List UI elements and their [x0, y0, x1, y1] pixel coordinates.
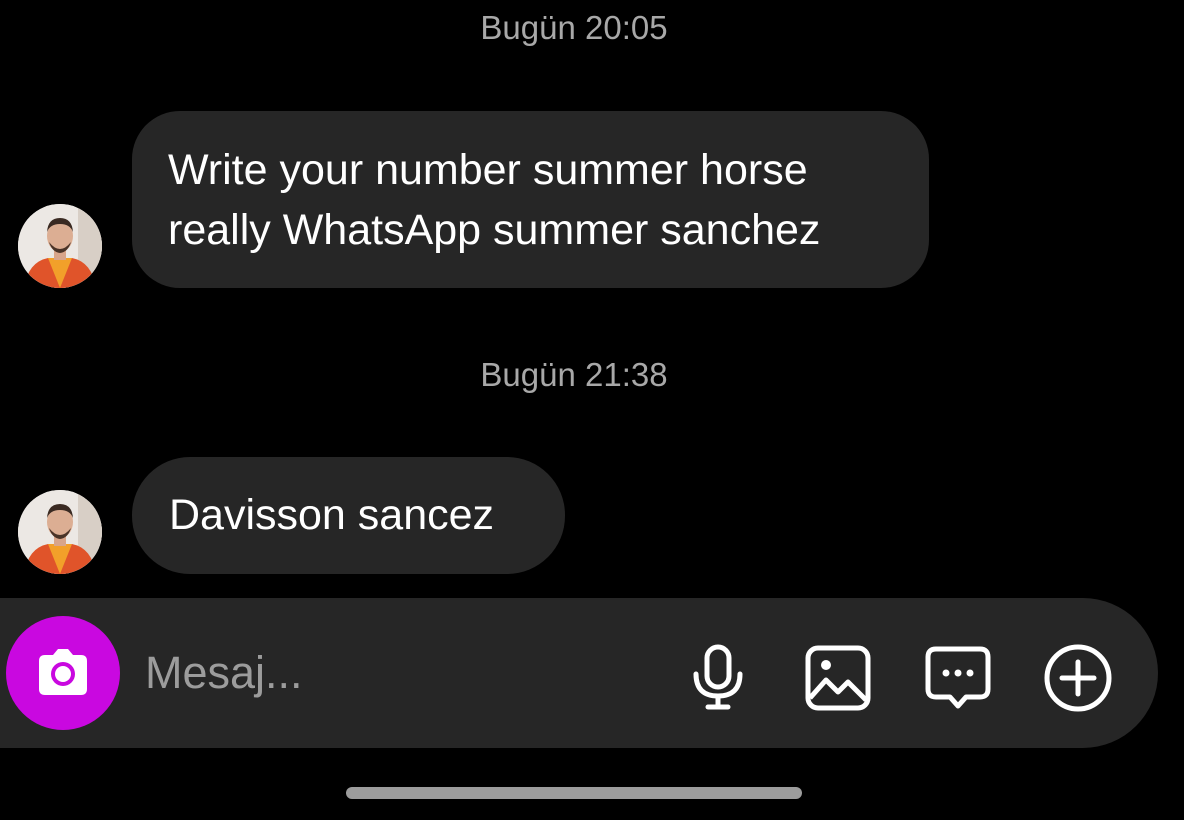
avatar-photo: [18, 490, 102, 574]
sender-avatar[interactable]: [18, 490, 102, 574]
message-timestamp: Bugün 21:38: [480, 356, 668, 393]
avatar-photo: [18, 204, 102, 288]
voice-message-button[interactable]: [682, 642, 754, 714]
gallery-button[interactable]: [802, 642, 874, 714]
message-text-line: Write your number summer horse: [168, 146, 808, 194]
message-text-line: really WhatsApp summer sanchez: [168, 206, 821, 254]
image-gallery-icon: [805, 645, 871, 711]
sticker-button[interactable]: [922, 642, 994, 714]
message-timestamp: Bugün 20:05: [480, 9, 668, 46]
message-text-line: Davisson sancez: [169, 491, 495, 539]
message-bubble[interactable]: Write your number summer horse really Wh…: [132, 111, 929, 288]
home-indicator[interactable]: [346, 787, 802, 799]
camera-icon: [39, 649, 87, 695]
sticker-chat-icon: [925, 646, 991, 709]
message-composer: [0, 598, 1158, 748]
more-options-button[interactable]: [1042, 642, 1114, 714]
microphone-icon: [693, 644, 743, 710]
message-input[interactable]: [145, 642, 645, 704]
sender-avatar[interactable]: [18, 204, 102, 288]
message-bubble[interactable]: Davisson sancez: [132, 457, 565, 574]
camera-button[interactable]: [6, 616, 120, 730]
plus-circle-icon: [1044, 644, 1112, 712]
